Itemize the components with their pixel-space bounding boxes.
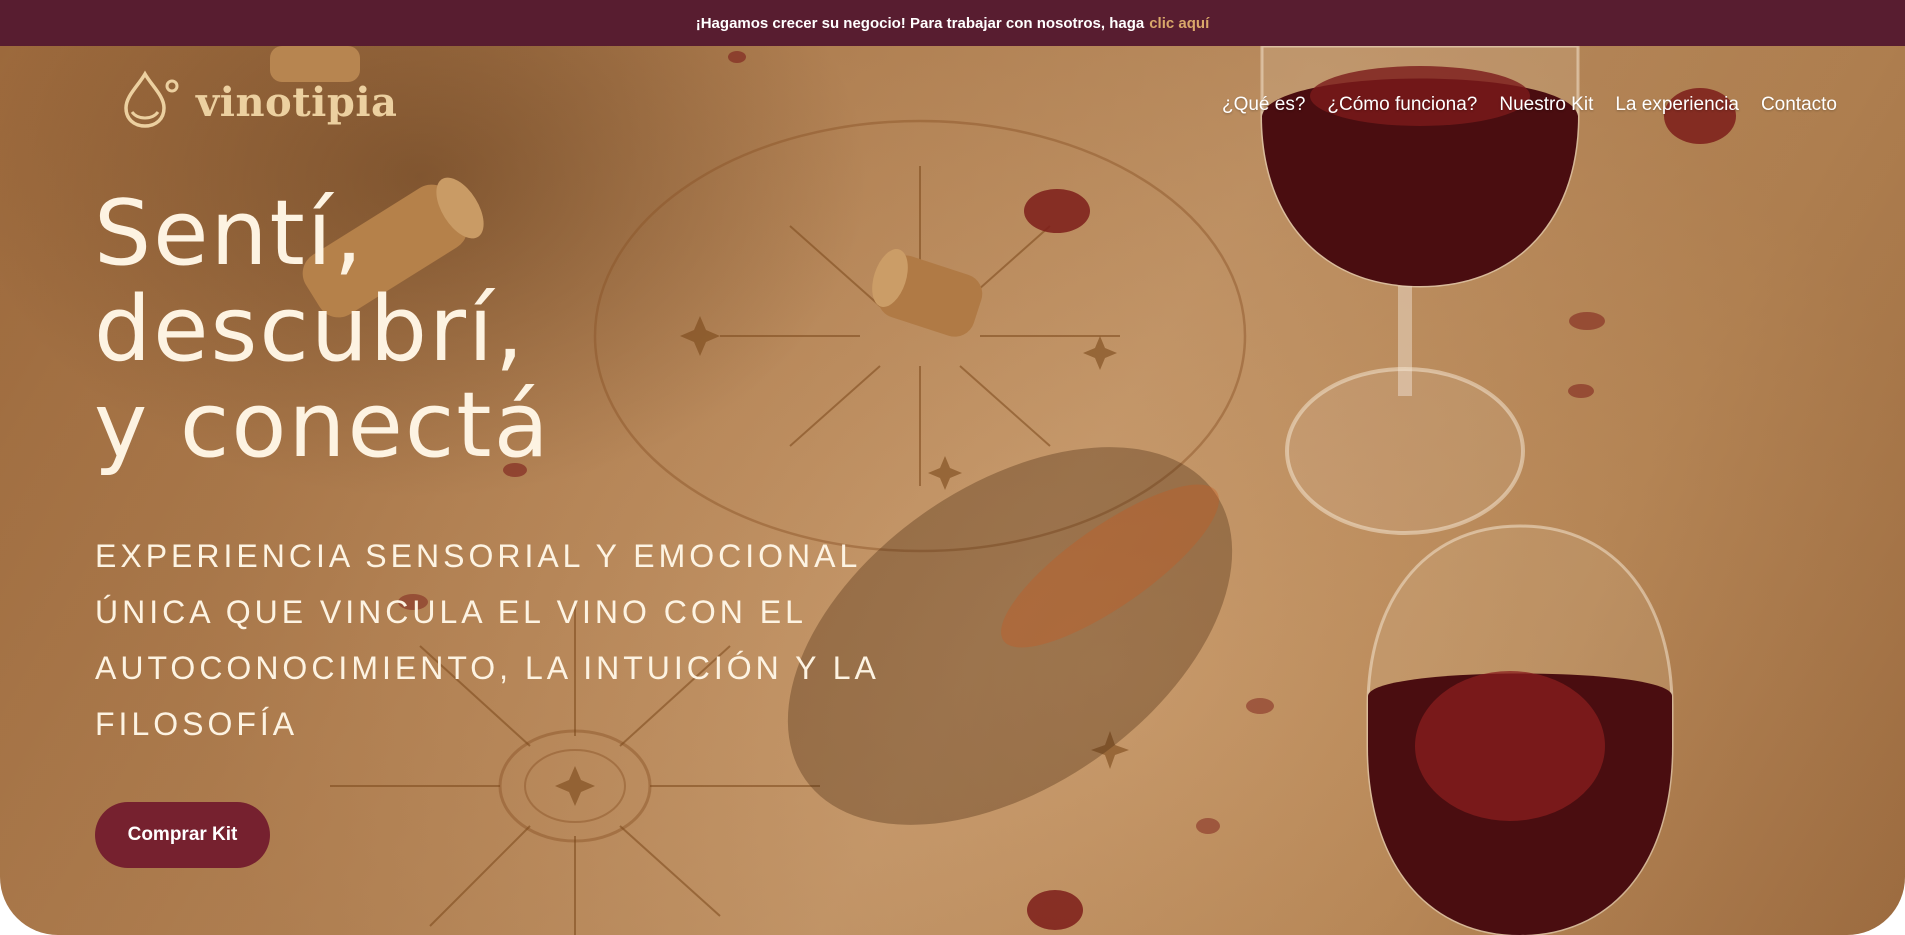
promo-bar: ¡Hagamos crecer su negocio! Para trabaja… bbox=[0, 0, 1905, 46]
nav-item-como-funciona[interactable]: ¿Cómo funciona? bbox=[1327, 94, 1477, 116]
headline-line: Sentí, bbox=[94, 181, 365, 286]
hero-section: vinotipia ¿Qué es? ¿Cómo funciona? Nuest… bbox=[0, 46, 1905, 935]
nav-item-contacto[interactable]: Contacto bbox=[1761, 94, 1837, 116]
promo-link[interactable]: clic aquí bbox=[1149, 15, 1209, 32]
nav-item-nuestro-kit[interactable]: Nuestro Kit bbox=[1499, 94, 1593, 116]
headline-line: y conectá bbox=[94, 373, 551, 478]
hero-headline: Sentí, descubrí, y conectá bbox=[94, 186, 551, 474]
nav-item-que-es[interactable]: ¿Qué es? bbox=[1222, 94, 1305, 116]
hero-background-image bbox=[270, 46, 1736, 935]
headline-line: descubrí, bbox=[94, 277, 526, 382]
brand-logo[interactable]: vinotipia bbox=[120, 70, 398, 135]
brand-name: vinotipia bbox=[196, 78, 398, 126]
nav-item-la-experiencia[interactable]: La experiencia bbox=[1615, 94, 1739, 116]
hero-subtitle: EXPERIENCIA SENSORIAL Y EMOCIONAL ÚNICA … bbox=[95, 538, 879, 742]
buy-kit-button[interactable]: Comprar Kit bbox=[95, 802, 270, 868]
promo-message: ¡Hagamos crecer su negocio! Para trabaja… bbox=[695, 14, 1145, 32]
main-nav: ¿Qué es? ¿Cómo funciona? Nuestro Kit La … bbox=[1222, 94, 1837, 116]
wine-drop-icon bbox=[120, 70, 182, 135]
